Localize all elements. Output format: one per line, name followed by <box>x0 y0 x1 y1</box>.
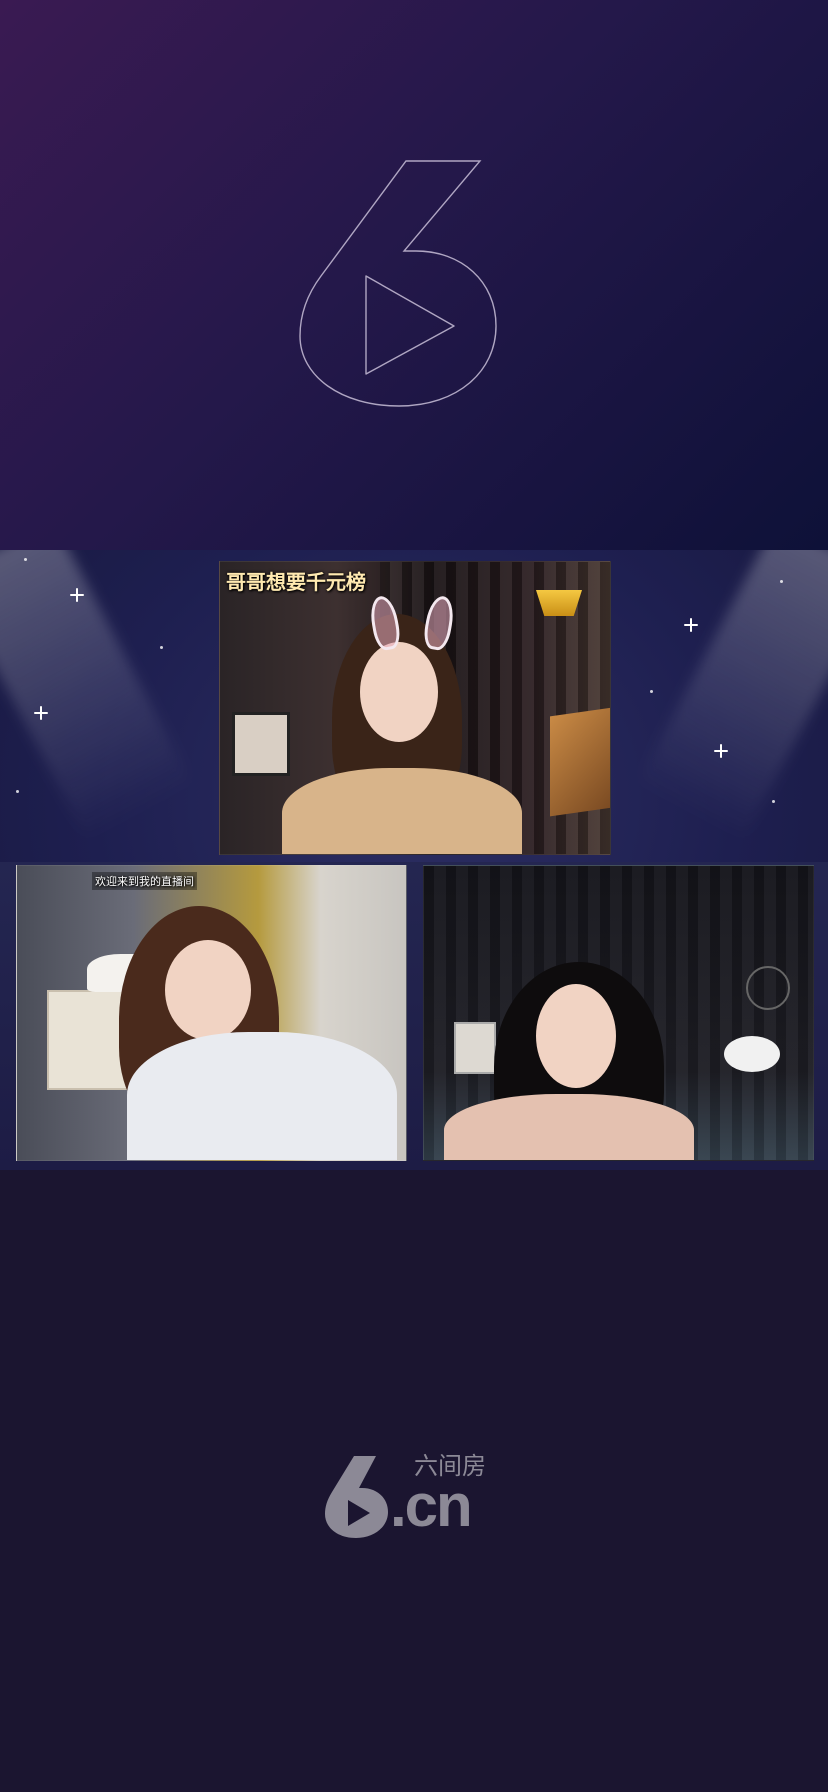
video-stage: 哥哥想要千元榜 欢迎来到我的直播间 <box>0 550 828 1170</box>
streamer-torso <box>282 768 522 854</box>
footer-area: 六间房 .cn <box>0 1170 828 1792</box>
sparkle-icon <box>684 618 698 632</box>
ring-light <box>746 966 790 1010</box>
sparkle-icon <box>70 588 84 602</box>
star-dot <box>160 646 163 649</box>
six-cn-logo-icon: 六间房 .cn <box>324 1454 504 1540</box>
spotlight-beam <box>636 550 828 841</box>
six-play-logo-icon <box>299 160 497 407</box>
streamer-face <box>536 984 616 1088</box>
wall-art <box>550 707 610 817</box>
video-tile-right[interactable] <box>423 865 814 1161</box>
streamer-torso <box>444 1094 694 1160</box>
streamer-face <box>165 940 251 1040</box>
star-dot <box>772 800 775 803</box>
live-room-page: 哥哥想要千元榜 欢迎来到我的直播间 六间房 .cn <box>0 0 828 1792</box>
tile-caption: 欢迎来到我的直播间 <box>92 872 197 890</box>
brand-domain: .cn <box>390 1472 473 1539</box>
star-dot <box>650 690 653 693</box>
star-dot <box>780 580 783 583</box>
video-tile-left[interactable]: 欢迎来到我的直播间 <box>16 865 407 1161</box>
streamer-torso <box>127 1032 397 1160</box>
star-dot <box>24 558 27 561</box>
star-dot <box>16 790 19 793</box>
poster-frame <box>232 712 290 776</box>
tile-caption: 哥哥想要千元榜 <box>226 572 366 594</box>
spotlight-beam <box>0 550 194 841</box>
sparkle-icon <box>34 706 48 720</box>
six-play-mark-icon <box>325 1456 388 1538</box>
hero-banner <box>0 0 828 550</box>
sparkle-icon <box>714 744 728 758</box>
video-tile-main[interactable]: 哥哥想要千元榜 <box>219 561 611 855</box>
streamer-face <box>360 642 438 742</box>
photo-frame <box>454 1022 496 1074</box>
flower-bouquet <box>724 1036 780 1072</box>
